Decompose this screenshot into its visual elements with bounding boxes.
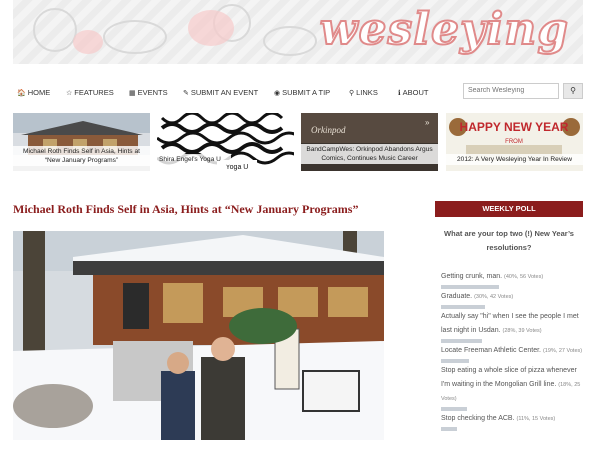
eye-icon: ◉	[274, 90, 281, 97]
poll-result-bar	[441, 305, 485, 309]
post-photo-art	[13, 231, 384, 440]
search-button[interactable]: ⚲	[563, 83, 583, 99]
chevron-icon: »	[425, 118, 430, 127]
featured-caption: BandCampWes: Orkinpod Abandons Argus Com…	[301, 144, 438, 164]
poll-option-label: Stop eating a whole slice of pizza whene…	[441, 367, 577, 388]
featured-image-text: Yoga U	[226, 164, 249, 171]
featured-image-text: Orkinpod	[311, 125, 346, 135]
main-nav: 🏠 HOME ☆ FEATURES ▦ EVENTS ✎ SUBMIT AN EVENT…	[13, 80, 583, 106]
featured-caption: Shira Engel’s Yoga U	[157, 154, 231, 165]
nav-about[interactable]: ℹ ABOUT	[398, 88, 429, 97]
post-title[interactable]: Michael Roth Finds Self in Asia, Hints a…	[13, 202, 358, 217]
nav-label: SUBMIT AN EVENT	[190, 88, 259, 97]
banner-doodle	[33, 8, 77, 52]
poll-option[interactable]: Getting crunk, man. (40%, 56 Votes)	[441, 270, 583, 289]
site-banner[interactable]: wesleying	[13, 0, 583, 64]
poll-option[interactable]: Actually say "hi" when I see the people …	[441, 310, 583, 343]
poll-option[interactable]: Stop checking the ACB. (11%, 15 Votes)	[441, 412, 583, 431]
poll-result-bar	[441, 339, 482, 343]
featured-caption: Michael Roth Finds Self in Asia, Hints a…	[13, 146, 150, 166]
site-logo[interactable]: wesleying	[319, 3, 569, 56]
nav-events[interactable]: ▦ EVENTS	[129, 88, 168, 97]
nav-home[interactable]: 🏠 HOME	[17, 88, 50, 97]
poll-option-label: Getting crunk, man.	[441, 273, 503, 280]
nav-submit-tip[interactable]: ◉ SUBMIT A TIP	[274, 88, 330, 97]
link-icon: ⚲	[349, 90, 355, 97]
poll-result-bar	[441, 359, 469, 363]
poll-options: Getting crunk, man. (40%, 56 Votes) Grad…	[441, 270, 583, 432]
poll-result-bar	[441, 407, 468, 411]
banner-splash	[73, 30, 103, 54]
featured-post[interactable]: Orkinpod » BandCampWes: Orkinpod Abandon…	[301, 113, 438, 171]
post-image[interactable]	[13, 231, 384, 440]
nav-features[interactable]: ☆ FEATURES	[66, 88, 114, 97]
featured-post[interactable]: Yoga U Shira Engel’s Yoga U	[157, 113, 294, 171]
home-icon: 🏠	[17, 90, 26, 97]
featured-image-text: HAPPY NEW YEAR	[460, 120, 569, 134]
banner-doodle	[103, 20, 167, 54]
nav-links[interactable]: ⚲ LINKS	[349, 88, 378, 97]
featured-post[interactable]: Michael Roth Finds Self in Asia, Hints a…	[13, 113, 150, 171]
poll-option-label: Graduate.	[441, 293, 473, 300]
poll-option-result: (40%, 56 Votes)	[504, 274, 544, 280]
featured-image-subtext: FROM	[505, 139, 523, 145]
nav-label: HOME	[27, 88, 51, 97]
featured-post[interactable]: HAPPY NEW YEAR FROM 2012: A Very Wesleyi…	[446, 113, 583, 171]
pencil-icon: ✎	[183, 90, 189, 97]
poll-option-result: (30%, 42 Votes)	[474, 294, 514, 300]
nav-submit-event[interactable]: ✎ SUBMIT AN EVENT	[183, 88, 258, 97]
banner-doodle	[263, 26, 317, 56]
nav-label: LINKS	[356, 88, 378, 97]
poll-option-result: (28%, 39 Votes)	[502, 328, 542, 334]
poll-option-result: (19%, 27 Votes)	[542, 348, 583, 354]
poll-result-bar	[441, 285, 499, 289]
star-icon: ☆	[66, 90, 73, 97]
poll-option-label: Locate Freeman Athletic Center.	[441, 347, 541, 354]
poll-option[interactable]: Graduate. (30%, 42 Votes)	[441, 290, 583, 309]
poll-option-label: Stop checking the ACB.	[441, 415, 515, 422]
nav-label: SUBMIT A TIP	[282, 88, 331, 97]
calendar-icon: ▦	[129, 90, 136, 97]
poll-option-result: (11%, 15 Votes)	[516, 416, 556, 422]
info-icon: ℹ	[398, 90, 401, 97]
banner-splash	[188, 10, 234, 46]
poll-question: What are your top two (!) New Year’s res…	[444, 229, 574, 252]
search-icon: ⚲	[570, 86, 576, 95]
search-input[interactable]	[463, 83, 559, 99]
nav-label: ABOUT	[402, 88, 429, 97]
featured-caption: 2012: A Very Wesleying Year In Review	[446, 154, 583, 165]
poll-result-bar	[441, 427, 457, 431]
poll-option[interactable]: Stop eating a whole slice of pizza whene…	[441, 364, 583, 411]
nav-label: EVENTS	[137, 88, 168, 97]
poll-option[interactable]: Locate Freeman Athletic Center. (19%, 27…	[441, 344, 583, 363]
poll-heading: WEEKLY POLL	[435, 201, 583, 217]
nav-label: FEATURES	[74, 88, 114, 97]
